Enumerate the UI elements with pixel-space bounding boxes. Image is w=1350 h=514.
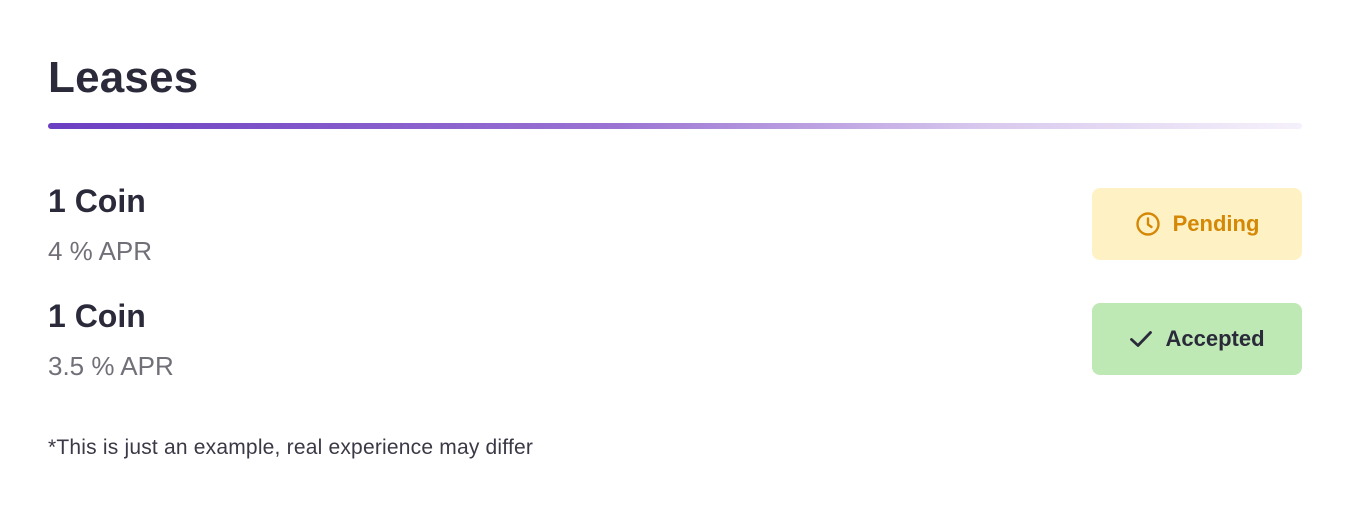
section-title: Leases bbox=[48, 53, 199, 102]
title-divider bbox=[48, 123, 1302, 129]
lease-apr: 3.5 % APR bbox=[48, 351, 174, 381]
lease-item: 1 Coin 3.5 % APR Accepted bbox=[48, 295, 1302, 385]
footnote: *This is just an example, real experienc… bbox=[48, 436, 534, 459]
leases-panel: Leases 1 Coin 4 % APR Pending 1 Coin 3.5… bbox=[0, 0, 1350, 514]
status-badge-label: Accepted bbox=[1165, 326, 1265, 351]
lease-item: 1 Coin 4 % APR Pending bbox=[48, 180, 1302, 270]
clock-icon bbox=[1135, 211, 1161, 237]
lease-amount: 1 Coin bbox=[48, 183, 146, 219]
status-badge-label: Pending bbox=[1172, 211, 1260, 236]
status-badge-accepted: Accepted bbox=[1092, 303, 1302, 375]
lease-amount: 1 Coin bbox=[48, 298, 146, 334]
status-badge-pending: Pending bbox=[1092, 188, 1302, 260]
checkmark-icon bbox=[1129, 329, 1153, 349]
lease-apr: 4 % APR bbox=[48, 236, 153, 266]
